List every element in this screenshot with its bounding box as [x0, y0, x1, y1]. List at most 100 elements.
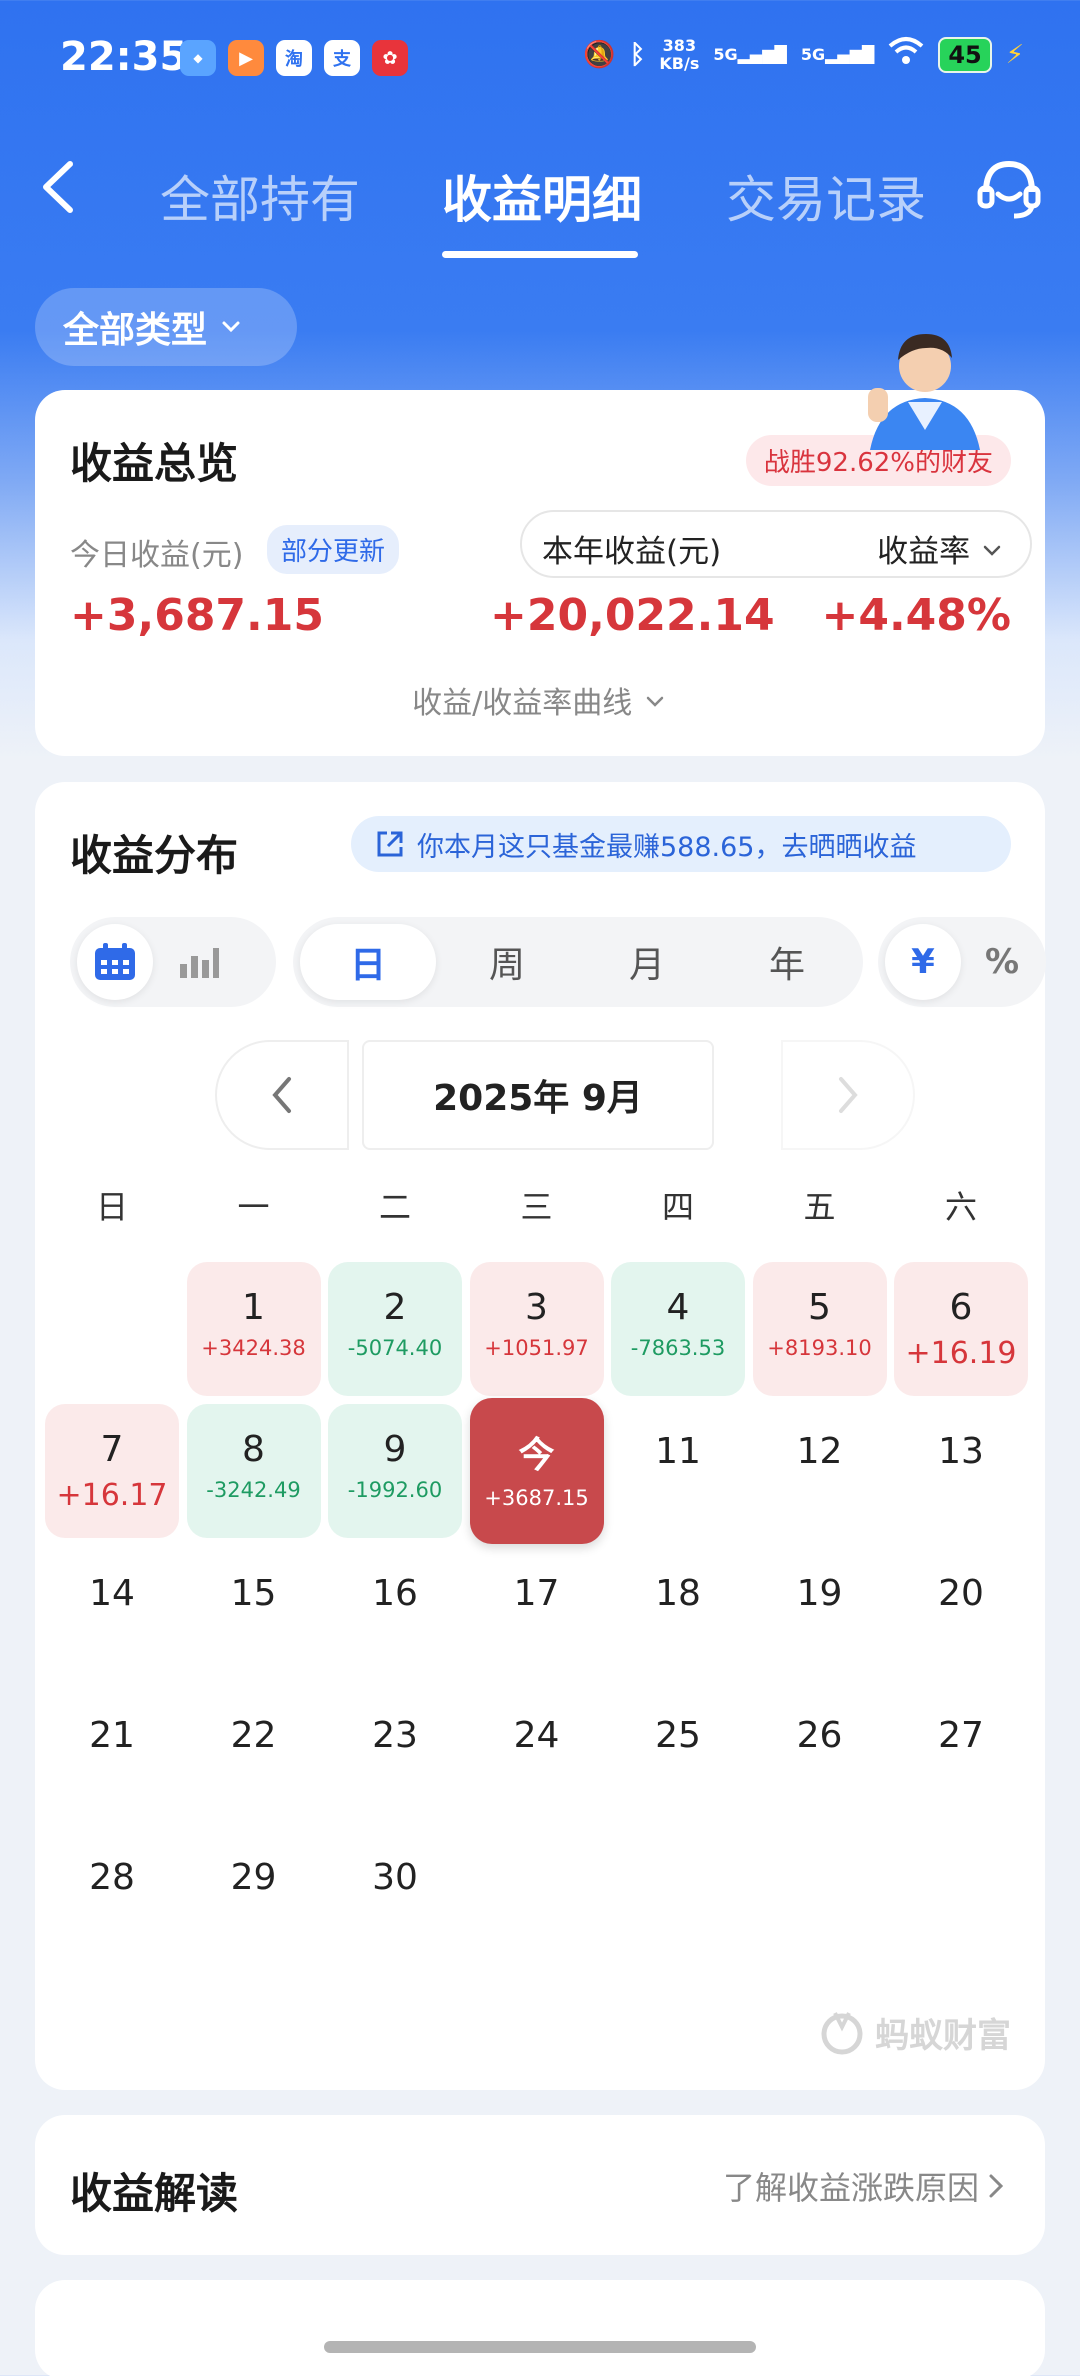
day-income-amount: -7863.53 — [630, 1336, 726, 1360]
weekday-label: 三 — [520, 1188, 553, 1226]
calendar-day[interactable]: 19 — [753, 1546, 887, 1680]
day-number: 25 — [655, 1715, 701, 1756]
share-icon — [377, 831, 403, 857]
tab-transactions[interactable]: 交易记录 — [726, 160, 926, 232]
weekday-label: 一 — [237, 1188, 270, 1226]
weekday-label: 二 — [378, 1188, 411, 1226]
income-distribution-card: 收益分布 你本月这只基金最赚588.65，去晒晒收益 日 周 月 年 ¥ % 2… — [35, 782, 1046, 2090]
calendar-icon — [95, 943, 135, 980]
tab-income-detail[interactable]: 收益明细 — [442, 160, 642, 232]
day-income-amount: +8193.10 — [767, 1336, 872, 1360]
calendar-day[interactable]: 27 — [894, 1688, 1028, 1822]
share-income-banner[interactable]: 你本月这只基金最赚588.65，去晒晒收益 — [351, 816, 1011, 872]
back-arrow-icon[interactable] — [30, 152, 90, 222]
calendar-day[interactable]: 11 — [611, 1404, 745, 1538]
next-month-button[interactable] — [781, 1040, 915, 1150]
period-year[interactable]: 年 — [719, 924, 855, 1000]
calendar-day[interactable]: 14 — [45, 1546, 179, 1680]
prev-month-button[interactable] — [215, 1040, 349, 1150]
calendar-day[interactable]: 25 — [611, 1688, 745, 1822]
weekday-label: 六 — [944, 1188, 977, 1226]
period-week[interactable]: 周 — [439, 924, 575, 1000]
battery-indicator: 45 — [938, 36, 992, 73]
day-number: 22 — [230, 1715, 277, 1756]
unit-percent[interactable]: % — [964, 924, 1040, 1000]
calendar-day[interactable]: 16 — [328, 1546, 462, 1680]
calendar-day[interactable]: 30 — [328, 1830, 462, 1964]
partial-update-badge[interactable]: 部分更新 — [267, 525, 400, 574]
net-speed-value: 383 — [662, 35, 697, 55]
calendar-day[interactable]: 7 +16.17 — [45, 1404, 179, 1538]
calendar-day[interactable]: 18 — [611, 1546, 745, 1680]
mascot-illustration — [850, 310, 1000, 450]
home-indicator[interactable] — [324, 2341, 756, 2353]
unit-yuan[interactable]: ¥ — [885, 924, 961, 1000]
calendar-day[interactable]: 12 — [753, 1404, 887, 1538]
watermark-text: 蚂蚁财富 — [875, 2015, 1011, 2056]
calendar-day[interactable]: 9 -1992.60 — [328, 1404, 462, 1538]
chevron-left-icon — [272, 1077, 291, 1113]
calendar-day[interactable]: 4 -7863.53 — [611, 1262, 745, 1396]
calendar-view-button[interactable] — [77, 924, 153, 1000]
day-number: 16 — [372, 1573, 418, 1614]
calendar-day[interactable]: 3 +1051.97 — [469, 1262, 604, 1396]
day-number: 14 — [89, 1573, 135, 1614]
weekday-header: 日一二三四五六 — [45, 1182, 1035, 1232]
day-number: 今 — [518, 1435, 555, 1476]
calendar-day[interactable]: 26 — [753, 1688, 887, 1822]
calendar-day[interactable]: 29 — [187, 1830, 321, 1964]
calendar-day[interactable]: 20 — [894, 1546, 1028, 1680]
type-filter-label: 全部类型 — [63, 310, 208, 351]
day-number: 15 — [230, 1573, 277, 1614]
income-interpret-card[interactable]: 收益解读 了解收益涨跌原因 — [35, 2115, 1045, 2255]
ant-fortune-watermark: 蚂蚁财富 — [817, 2007, 1011, 2057]
signal-5g-2: 5G▂▄▆█ — [800, 45, 875, 64]
calendar-day[interactable]: 22 — [187, 1688, 321, 1822]
customer-service-icon[interactable] — [974, 154, 1044, 224]
day-number: 19 — [796, 1573, 843, 1614]
chevron-down-icon — [646, 696, 664, 707]
calendar-day[interactable]: 23 — [328, 1688, 462, 1822]
day-number: 28 — [89, 1857, 135, 1898]
calendar-day-today[interactable]: 今 +3687.15 — [469, 1398, 604, 1544]
year-income-value: +20,022.14 — [490, 590, 775, 641]
day-number: 4 — [666, 1287, 690, 1328]
day-number: 6 — [949, 1287, 973, 1328]
income-curve-toggle[interactable]: 收益/收益率曲线 — [35, 678, 1045, 722]
day-number: 23 — [372, 1715, 418, 1756]
active-tab-underline — [442, 251, 638, 258]
distribution-title: 收益分布 — [70, 831, 239, 880]
calendar-day[interactable]: 13 — [894, 1404, 1028, 1538]
calendar-day[interactable]: 6 +16.19 — [894, 1262, 1028, 1396]
calendar-day[interactable]: 24 — [470, 1688, 604, 1822]
day-number: 13 — [938, 1431, 984, 1472]
month-label[interactable]: 2025年 9月 — [362, 1040, 714, 1150]
signal-5g-1: 5G▂▄▆█ — [713, 45, 787, 64]
top-nav: 全部持有 收益明细 交易记录 — [0, 130, 1080, 260]
calendar-day[interactable]: 8 -3242.49 — [186, 1404, 321, 1538]
calendar-day[interactable]: 28 — [45, 1830, 179, 1964]
day-number: 5 — [808, 1287, 831, 1328]
bar-chart-view-button[interactable] — [160, 924, 236, 1000]
type-filter-dropdown[interactable]: 全部类型 — [35, 288, 297, 366]
calendar-day[interactable]: 17 — [470, 1546, 604, 1680]
period-month[interactable]: 月 — [579, 924, 715, 1000]
chevron-down-icon — [219, 307, 243, 348]
calendar-day[interactable]: 21 — [45, 1688, 179, 1822]
day-number: 12 — [796, 1431, 843, 1472]
day-number: 26 — [796, 1715, 843, 1756]
day-income-amount: -5074.40 — [347, 1336, 443, 1360]
weekday-label: 四 — [661, 1188, 694, 1226]
interpret-link[interactable]: 了解收益涨跌原因 — [723, 2163, 1005, 2209]
year-income-selector[interactable]: 本年收益(元) 收益率 — [520, 510, 1032, 578]
calendar-day[interactable]: 2 -5074.40 — [328, 1262, 462, 1396]
period-segment: 日 周 月 年 — [293, 917, 863, 1007]
calendar-day[interactable]: 1 +3424.38 — [186, 1262, 321, 1396]
rate-selector[interactable]: 收益率 — [877, 526, 1004, 571]
tab-all-holdings[interactable]: 全部持有 — [160, 160, 360, 232]
overview-title: 收益总览 — [70, 439, 239, 488]
calendar-day[interactable]: 5 +8193.10 — [752, 1262, 887, 1396]
period-day[interactable]: 日 — [300, 924, 436, 1000]
day-number: 17 — [513, 1573, 560, 1614]
calendar-day[interactable]: 15 — [187, 1546, 321, 1680]
